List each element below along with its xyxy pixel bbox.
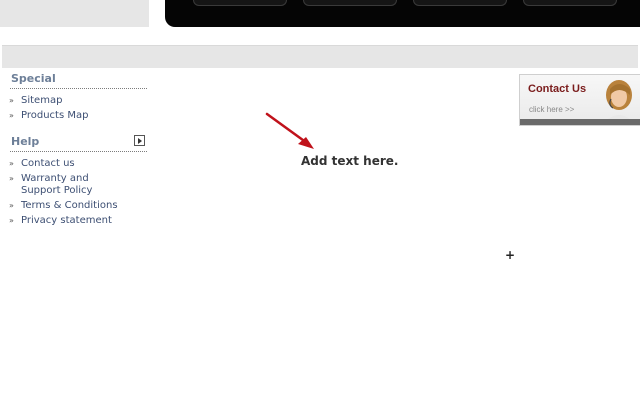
- sidebar-link-products-map[interactable]: » Products Map: [0, 110, 131, 122]
- sidebar-link-label[interactable]: Terms & Conditions: [21, 200, 118, 211]
- header-left-panel: [0, 0, 149, 27]
- red-arrow-icon: [265, 112, 314, 149]
- nav-tab[interactable]: [303, 0, 397, 6]
- banner-link[interactable]: click here >>: [529, 105, 574, 114]
- bullet-icon: »: [9, 216, 14, 225]
- contact-us-banner[interactable]: Contact Us click here >>: [519, 74, 640, 126]
- section-title-label: Help: [11, 135, 40, 148]
- bullet-icon: »: [9, 111, 14, 120]
- sidebar-link-label[interactable]: Privacy statement: [21, 215, 112, 226]
- nav-tab[interactable]: [193, 0, 287, 6]
- sidebar-link-warranty[interactable]: » Warranty and Support Policy: [0, 173, 131, 197]
- sidebar-link-label[interactable]: Contact us: [21, 158, 75, 169]
- sidebar: Special » Sitemap » Products Map Help » …: [0, 72, 150, 230]
- sidebar-link-contact-us[interactable]: » Contact us: [0, 158, 131, 170]
- help-links: » Contact us » Warranty and Support Poli…: [0, 158, 150, 227]
- sidebar-link-label[interactable]: Warranty and Support Policy: [21, 173, 92, 196]
- special-links: » Sitemap » Products Map: [0, 95, 150, 122]
- bullet-icon: »: [9, 159, 14, 168]
- nav-tab[interactable]: [523, 0, 617, 6]
- breadcrumb-bar: [2, 45, 638, 68]
- section-title-special: Special: [10, 72, 147, 89]
- section-title-label: Special: [11, 72, 56, 85]
- banner-title[interactable]: Contact Us: [528, 83, 586, 95]
- sidebar-link-privacy[interactable]: » Privacy statement: [0, 215, 131, 227]
- bullet-icon: »: [9, 201, 14, 210]
- expand-arrow-icon[interactable]: [134, 135, 145, 146]
- header-nav-bar: [165, 0, 640, 27]
- bullet-icon: »: [9, 96, 14, 105]
- bullet-icon: »: [9, 174, 14, 183]
- sidebar-link-terms[interactable]: » Terms & Conditions: [0, 200, 131, 212]
- sidebar-link-sitemap[interactable]: » Sitemap: [0, 95, 131, 107]
- sidebar-link-label[interactable]: Sitemap: [21, 95, 62, 106]
- placeholder-text: Add text here.: [301, 154, 399, 168]
- cursor-crosshair-icon: +: [505, 248, 516, 262]
- nav-tab[interactable]: [413, 0, 507, 6]
- support-agent-image: [602, 80, 636, 125]
- banner-footer-strip: [520, 119, 640, 125]
- sidebar-link-label[interactable]: Products Map: [21, 110, 88, 121]
- section-title-help: Help: [10, 135, 147, 152]
